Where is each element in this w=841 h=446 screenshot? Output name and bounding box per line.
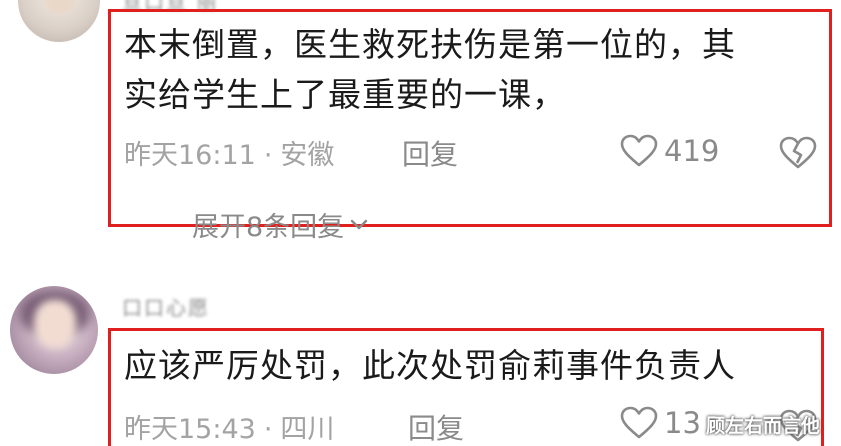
avatar-face-blurred [44,0,76,14]
meta-separator: · [263,414,273,445]
avatar[interactable] [18,0,100,42]
comment-section: 亘口亘 丽 本末倒置，医生救死扶伤是第一位的，其 实给学生上了最重要的一课， 昨… [0,0,841,446]
reply-button[interactable]: 回复 [408,407,464,446]
username[interactable]: 口口心愿 [122,292,210,321]
like-button[interactable]: 13 [620,406,701,440]
comment-meta: 昨天16:11 · 安徽 [124,133,334,172]
broken-heart-icon [779,136,817,169]
like-count: 13 [664,406,701,440]
avatar[interactable] [10,286,98,374]
comment-location: 安徽 [280,140,335,171]
reply-button[interactable]: 回复 [402,133,458,173]
like-count: 419 [664,134,720,168]
watermark: 顾左右而言他 [706,415,821,437]
comment-date: 昨天15:43 [124,414,256,445]
meta-separator: · [263,140,273,171]
comment-location: 四川 [280,414,335,445]
like-button[interactable]: 419 [620,134,719,168]
heart-outline-icon [620,406,658,439]
comment-date: 昨天16:11 [124,140,256,171]
dislike-button[interactable] [778,136,818,174]
chevron-down-icon [350,219,368,229]
comment-meta: 昨天15:43 · 四川 [124,407,334,446]
expand-replies-button[interactable]: 展开8条回复 [192,205,368,244]
avatar-face-blurred [34,300,76,348]
comment-text: 应该严厉处罚，此次处罚俞莉事件负责人 [124,346,736,385]
heart-outline-icon [620,134,658,167]
expand-replies-label: 展开8条回复 [192,212,345,243]
comment-text: 本末倒置，医生救死扶伤是第一位的，其 实给学生上了最重要的一课， [124,25,736,114]
